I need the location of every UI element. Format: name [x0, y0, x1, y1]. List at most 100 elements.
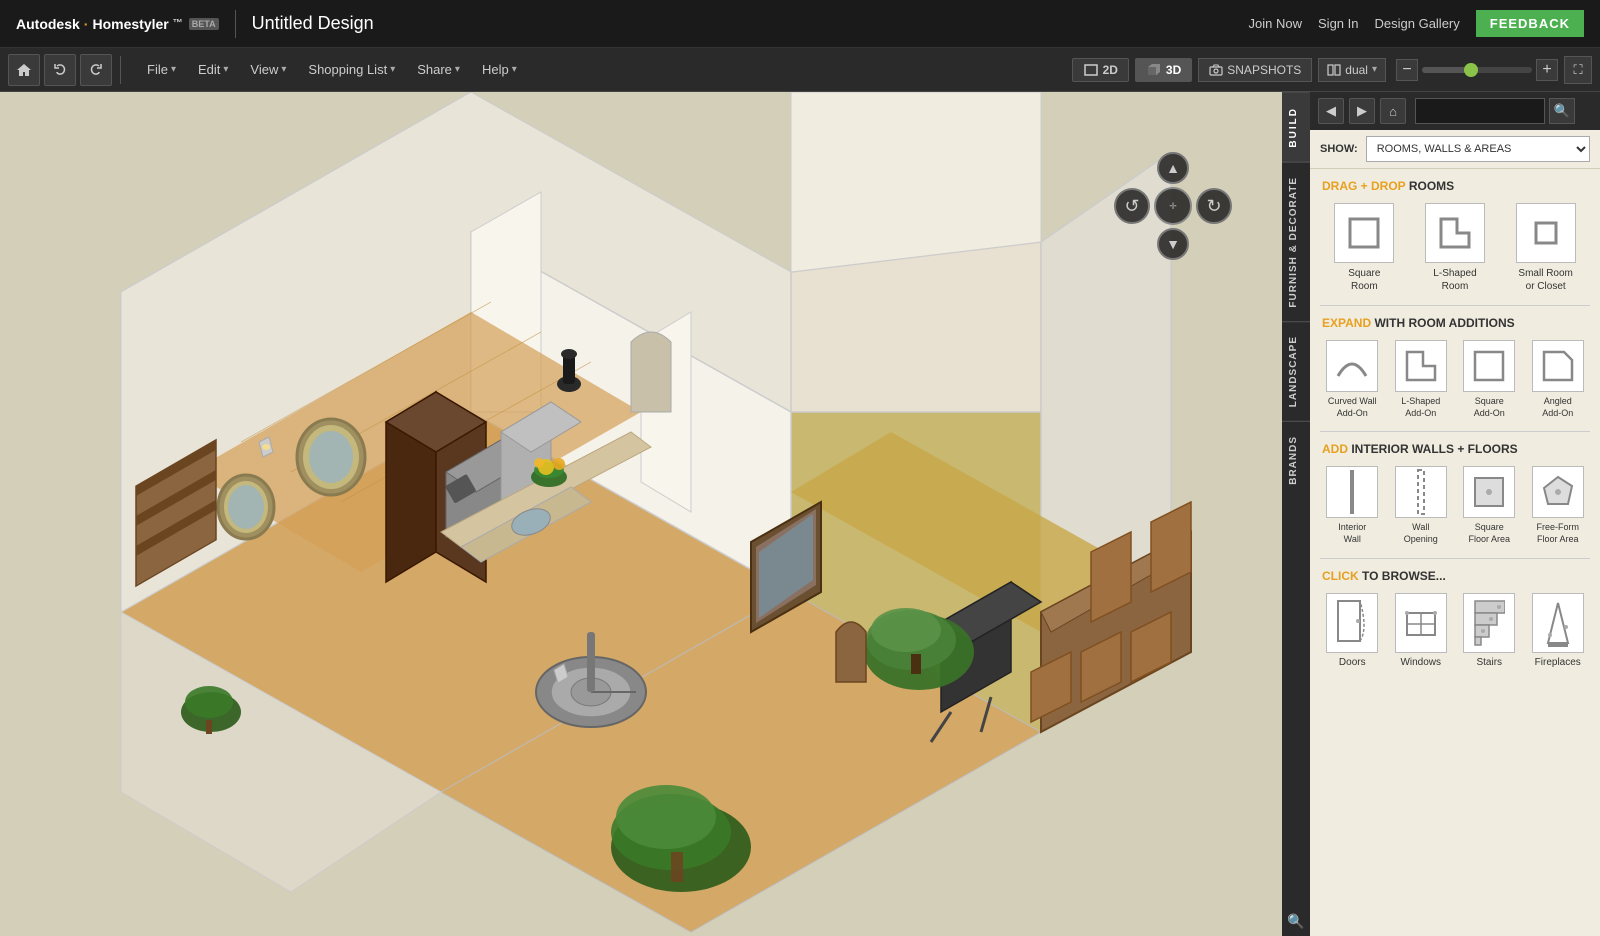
- small-room-icon: [1516, 203, 1576, 263]
- l-shaped-addon-icon: [1395, 340, 1447, 392]
- zoom-slider-track[interactable]: [1422, 67, 1532, 73]
- panel-search-submit[interactable]: 🔍: [1549, 98, 1575, 124]
- redo-button[interactable]: [80, 54, 112, 86]
- autodesk-text: Autodesk: [16, 16, 80, 32]
- interior-walls-section: ADD INTERIOR WALLS + FLOORS: [1310, 432, 1600, 462]
- sidebar-search-icon[interactable]: 🔍: [1282, 906, 1310, 936]
- panel-home-button[interactable]: ⌂: [1380, 98, 1406, 124]
- right-panel-wrapper: BUILD FURNISH & DECORATE LANDSCAPE BRAND…: [1282, 92, 1600, 936]
- zoom-thumb[interactable]: [1464, 63, 1478, 77]
- sign-in-link[interactable]: Sign In: [1318, 16, 1358, 31]
- fullscreen-button[interactable]: ⛶: [1564, 56, 1592, 84]
- rotate-left-button[interactable]: ↺: [1114, 188, 1150, 224]
- menu-edit[interactable]: Edit ▾: [188, 58, 238, 81]
- menu-items: File ▾ Edit ▾ View ▾ Shopping List ▾ Sha…: [137, 58, 527, 81]
- rooms-grid: SquareRoom L-ShapedRoom Small Roomor Clo…: [1310, 199, 1600, 305]
- home-button[interactable]: [8, 54, 40, 86]
- interior-wall-icon: [1326, 466, 1378, 518]
- square-addon-label: SquareAdd-On: [1474, 396, 1505, 419]
- feedback-button[interactable]: FEEDBACK: [1476, 10, 1584, 37]
- floor-plan-scene: [0, 92, 1282, 936]
- rotate-right-button[interactable]: ↻: [1196, 188, 1232, 224]
- panel-back-button[interactable]: ◀: [1318, 98, 1344, 124]
- zoom-bar: − +: [1396, 59, 1558, 81]
- square-floor-item[interactable]: SquareFloor Area: [1457, 466, 1522, 545]
- fireplaces-icon: [1532, 593, 1584, 653]
- fireplaces-item[interactable]: Fireplaces: [1526, 593, 1591, 668]
- browse-grid: Doors Windows: [1310, 589, 1600, 682]
- doors-item[interactable]: Doors: [1320, 593, 1385, 668]
- design-title: Untitled Design: [252, 13, 374, 34]
- square-room-label: SquareRoom: [1348, 267, 1380, 293]
- nav-center-button[interactable]: ✛: [1154, 187, 1192, 225]
- wall-opening-item[interactable]: WallOpening: [1389, 466, 1454, 545]
- dual-button[interactable]: dual ▾: [1318, 58, 1386, 82]
- stairs-item[interactable]: Stairs: [1457, 593, 1522, 668]
- menu-shopping-list[interactable]: Shopping List ▾: [298, 58, 405, 81]
- freeform-floor-item[interactable]: Free-FormFloor Area: [1526, 466, 1591, 545]
- l-shaped-room-item[interactable]: L-ShapedRoom: [1413, 203, 1498, 293]
- panel-top-nav: ◀ ▶ ⌂ 🔍: [1310, 92, 1600, 130]
- menu-share[interactable]: Share ▾: [407, 58, 470, 81]
- angled-addon-icon: [1532, 340, 1584, 392]
- canvas-area[interactable]: ▲ ↺ ✛ ↻ ▼: [0, 92, 1282, 936]
- expand-highlight: EXPAND: [1322, 316, 1371, 330]
- build-tab[interactable]: BUILD: [1282, 92, 1310, 162]
- design-gallery-link[interactable]: Design Gallery: [1375, 16, 1460, 31]
- l-shaped-addon-label: L-ShapedAdd-On: [1401, 396, 1440, 419]
- l-shaped-room-label: L-ShapedRoom: [1433, 267, 1476, 293]
- click-highlight: CLICK: [1322, 569, 1359, 583]
- panel-search-container: 🔍: [1415, 98, 1575, 124]
- view-3d-button[interactable]: 3D: [1135, 58, 1192, 82]
- wall-opening-icon: [1395, 466, 1447, 518]
- small-room-label: Small Roomor Closet: [1518, 267, 1572, 293]
- show-label: SHOW:: [1320, 143, 1358, 155]
- nav-up-button[interactable]: ▲: [1157, 152, 1189, 184]
- undo-button[interactable]: [44, 54, 76, 86]
- autodesk-logo: Autodesk · Homestyler ™ BETA: [16, 16, 219, 32]
- side-tabs: BUILD FURNISH & DECORATE LANDSCAPE BRAND…: [1282, 92, 1310, 936]
- panel-area: ◀ ▶ ⌂ 🔍 SHOW: ROOMS, WALLS & AREAS ALL F…: [1310, 92, 1600, 936]
- square-room-icon: [1334, 203, 1394, 263]
- add-label: INTERIOR WALLS + FLOORS: [1351, 442, 1517, 456]
- angled-addon-item[interactable]: AngledAdd-On: [1526, 340, 1591, 419]
- curved-wall-label: Curved WallAdd-On: [1328, 396, 1377, 419]
- zoom-in-button[interactable]: +: [1536, 59, 1558, 81]
- square-addon-icon: [1463, 340, 1515, 392]
- drag-drop-rooms-section: DRAG + DROP ROOMS: [1310, 169, 1600, 199]
- windows-label: Windows: [1400, 657, 1441, 668]
- snapshots-button[interactable]: SNAPSHOTS: [1198, 58, 1312, 82]
- view-2d-button[interactable]: 2D: [1072, 58, 1129, 82]
- menu-help[interactable]: Help ▾: [472, 58, 527, 81]
- right-view-controls: 2D 3D SNAPSHOTS dual ▾ − + ⛶: [1072, 56, 1592, 84]
- windows-item[interactable]: Windows: [1389, 593, 1454, 668]
- panel-forward-button[interactable]: ▶: [1349, 98, 1375, 124]
- furnish-tab[interactable]: FURNISH & DECORATE: [1282, 162, 1310, 322]
- fireplaces-label: Fireplaces: [1535, 657, 1581, 668]
- curved-wall-icon: [1326, 340, 1378, 392]
- join-now-link[interactable]: Join Now: [1249, 16, 1302, 31]
- wall-opening-label: WallOpening: [1404, 522, 1438, 545]
- square-floor-icon: [1463, 466, 1515, 518]
- top-header: Autodesk · Homestyler ™ BETA Untitled De…: [0, 0, 1600, 48]
- square-addon-item[interactable]: SquareAdd-On: [1457, 340, 1522, 419]
- brands-tab[interactable]: BRANDS: [1282, 421, 1310, 499]
- title-separator: [235, 10, 236, 38]
- menu-file[interactable]: File ▾: [137, 58, 186, 81]
- nav-down-button[interactable]: ▼: [1157, 228, 1189, 260]
- curved-wall-item[interactable]: Curved WallAdd-On: [1320, 340, 1385, 419]
- zoom-progress: [1422, 67, 1466, 73]
- interior-wall-item[interactable]: InteriorWall: [1320, 466, 1385, 545]
- dot: ·: [84, 16, 89, 32]
- l-shaped-addon-item[interactable]: L-ShapedAdd-On: [1389, 340, 1454, 419]
- windows-icon: [1395, 593, 1447, 653]
- top-right-nav: Join Now Sign In Design Gallery FEEDBACK: [1249, 10, 1584, 37]
- expand-label: WITH ROOM ADDITIONS: [1374, 316, 1514, 330]
- small-room-item[interactable]: Small Roomor Closet: [1503, 203, 1588, 293]
- show-select[interactable]: ROOMS, WALLS & AREAS ALL FLOORS ONLY: [1366, 136, 1590, 162]
- panel-search-input[interactable]: [1415, 98, 1545, 124]
- menu-view[interactable]: View ▾: [240, 58, 296, 81]
- zoom-out-button[interactable]: −: [1396, 59, 1418, 81]
- landscape-tab[interactable]: LANDSCAPE: [1282, 321, 1310, 421]
- square-room-item[interactable]: SquareRoom: [1322, 203, 1407, 293]
